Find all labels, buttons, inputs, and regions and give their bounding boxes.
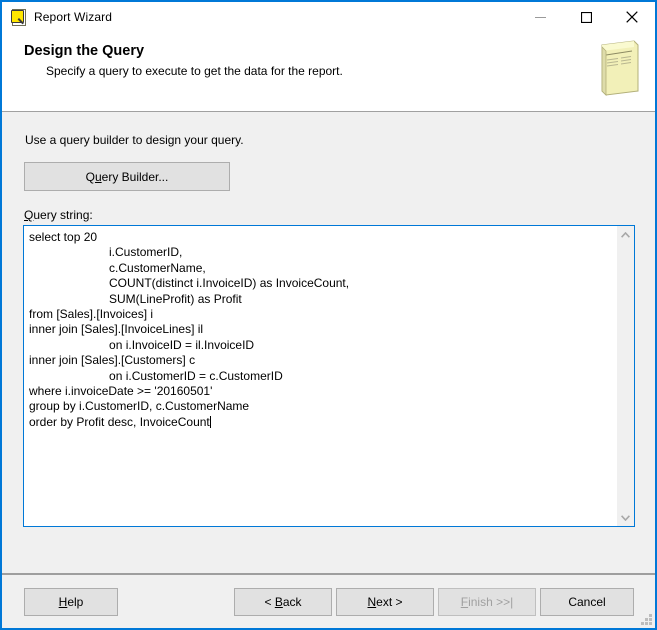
back-button-label: < Back — [264, 595, 302, 609]
hint-text: Use a query builder to design your query… — [25, 133, 244, 147]
minimize-button[interactable] — [517, 2, 563, 32]
cancel-button[interactable]: Cancel — [540, 588, 634, 616]
minimize-icon — [534, 16, 546, 18]
back-button[interactable]: < Back — [234, 588, 332, 616]
report-document-icon — [601, 40, 639, 96]
scroll-down-button[interactable] — [617, 509, 634, 526]
report-wizard-icon — [11, 9, 27, 26]
page-title: Design the Query — [24, 43, 145, 59]
maximize-button[interactable] — [563, 2, 609, 32]
finish-button-label: Finish >>| — [460, 595, 514, 609]
help-button-label: Help — [58, 595, 84, 609]
help-button[interactable]: Help — [24, 588, 118, 616]
wizard-banner: Design the Query Specify a query to exec… — [2, 32, 655, 111]
cancel-button-label: Cancel — [568, 595, 606, 609]
scroll-up-button[interactable] — [617, 226, 634, 243]
window-controls — [517, 2, 655, 32]
next-button[interactable]: Next > — [336, 588, 434, 616]
report-wizard-window: Report Wizard Design the Query Specify a… — [0, 0, 657, 630]
text-caret — [209, 415, 211, 428]
close-button[interactable] — [609, 2, 655, 32]
query-string-text[interactable]: select top 20 i.CustomerID, c.CustomerNa… — [24, 226, 616, 526]
wizard-footer: Help < Back Next > Finish >>| Cancel — [2, 575, 655, 628]
query-scrollbar[interactable] — [616, 226, 634, 526]
query-string-value: select top 20 i.CustomerID, c.CustomerNa… — [29, 230, 350, 429]
finish-button: Finish >>| — [438, 588, 536, 616]
page-subtitle: Specify a query to execute to get the da… — [46, 64, 343, 78]
query-string-label: Query string: — [24, 208, 93, 222]
close-icon — [626, 11, 638, 23]
query-builder-button-label: Query Builder... — [85, 169, 169, 184]
chevron-up-icon — [621, 231, 630, 238]
window-title: Report Wizard — [34, 10, 112, 24]
maximize-icon — [580, 11, 592, 23]
wizard-body: Use a query builder to design your query… — [2, 112, 655, 573]
query-builder-button[interactable]: Query Builder... — [24, 162, 230, 191]
query-string-field[interactable]: select top 20 i.CustomerID, c.CustomerNa… — [23, 225, 635, 527]
chevron-down-icon — [621, 514, 630, 521]
resize-grip-icon[interactable] — [639, 612, 652, 625]
next-button-label: Next > — [367, 595, 403, 609]
title-bar[interactable]: Report Wizard — [2, 2, 655, 32]
